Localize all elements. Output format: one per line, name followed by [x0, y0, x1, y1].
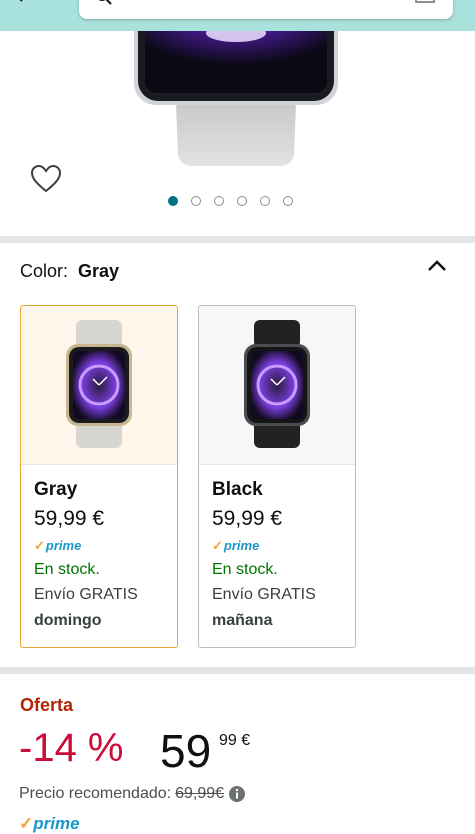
pagination-dot[interactable] — [283, 196, 293, 206]
pagination-dot[interactable] — [191, 196, 201, 206]
offer-label: Oferta — [20, 695, 74, 715]
section-divider — [0, 236, 475, 243]
heart-icon[interactable] — [30, 164, 62, 194]
color-option-black[interactable]: Black 59,99 € ✓prime En stock. Envío GRA… — [198, 305, 356, 648]
chevron-up-icon[interactable] — [427, 259, 447, 273]
rrp-label: Precio recomendado: — [19, 785, 172, 802]
discount-percent: -14 % — [19, 726, 124, 770]
back-arrow-icon[interactable] — [14, 0, 30, 4]
watch-black-image — [244, 320, 310, 448]
check-icon: ✓ — [34, 538, 45, 553]
stock-status: En stock. — [212, 561, 278, 578]
price-fraction: 99 € — [219, 732, 251, 749]
pagination-dot[interactable] — [168, 196, 178, 206]
shipping-text: Envío GRATIS — [212, 586, 316, 603]
pagination-dot[interactable] — [214, 196, 224, 206]
rrp-value: 69,99€ — [175, 785, 225, 802]
delivery-day: domingo — [34, 612, 102, 629]
camera-icon[interactable] — [413, 0, 437, 6]
search-icon[interactable] — [95, 0, 113, 6]
option-name: Gray — [34, 479, 78, 500]
prime-badge: ✓prime — [212, 538, 260, 553]
color-label: Color: — [20, 261, 69, 281]
option-price: 59,99 € — [34, 507, 105, 530]
check-icon: ✓ — [212, 538, 223, 553]
product-image — [134, 31, 338, 166]
product-gallery[interactable] — [0, 31, 475, 236]
option-image-area — [21, 306, 177, 465]
option-price: 59,99 € — [212, 507, 283, 530]
image-pagination[interactable] — [168, 196, 293, 206]
search-input[interactable] — [79, 0, 453, 19]
option-name: Black — [212, 479, 263, 500]
top-bar — [0, 0, 475, 31]
pagination-dot[interactable] — [260, 196, 270, 206]
pagination-dot[interactable] — [237, 196, 247, 206]
prime-badge: ✓prime — [34, 538, 82, 553]
info-icon[interactable] — [228, 785, 246, 803]
option-image-area — [199, 306, 355, 465]
watch-gray-image — [66, 320, 132, 448]
delivery-day: mañana — [212, 612, 273, 629]
section-divider — [0, 667, 475, 674]
color-selector-header[interactable]: Color: Gray — [20, 261, 119, 282]
stock-status: En stock. — [34, 561, 100, 578]
recommended-price: Precio recomendado: 69,99€ — [19, 785, 246, 803]
price-whole: 59 — [160, 725, 212, 777]
shipping-text: Envío GRATIS — [34, 586, 138, 603]
prime-badge: ✓prime — [19, 814, 80, 833]
color-option-gray[interactable]: Gray 59,99 € ✓prime En stock. Envío GRAT… — [20, 305, 178, 648]
selected-color: Gray — [78, 261, 120, 281]
check-icon: ✓ — [19, 814, 34, 833]
